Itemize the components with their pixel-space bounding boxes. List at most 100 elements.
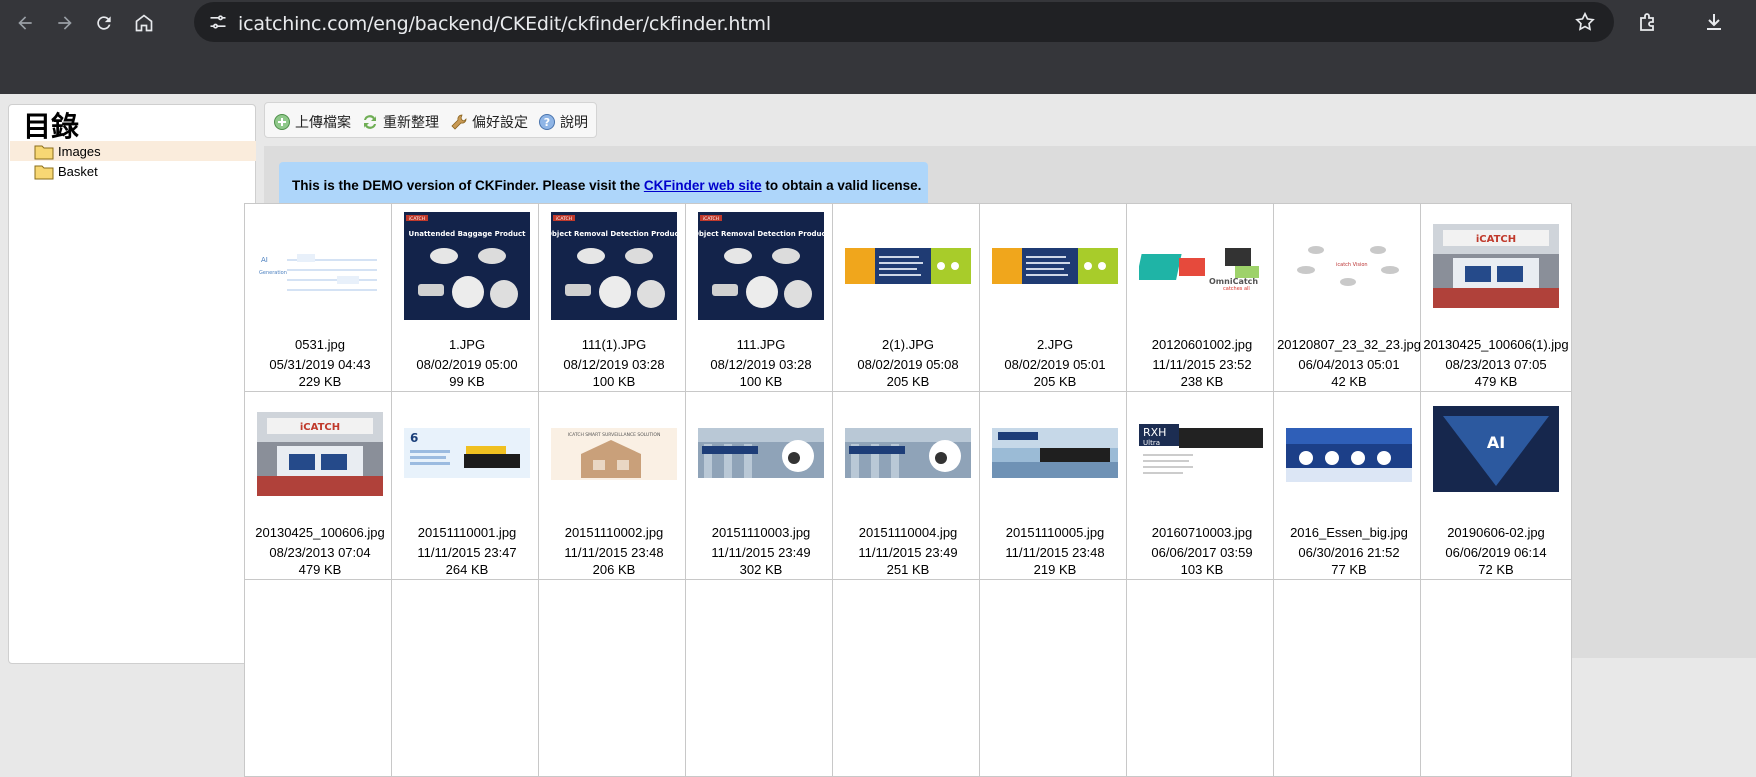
thumbnail-image[interactable] xyxy=(992,248,1118,284)
file-date: 06/06/2017 03:59 xyxy=(1151,545,1253,560)
file-size: 99 KB xyxy=(449,374,485,389)
forward-icon[interactable] xyxy=(52,10,78,36)
thumbnail-image[interactable]: OmniCatch catches all xyxy=(1136,238,1265,292)
file-thumbnail[interactable]: iCATCH Object Removal Detection Product 11… xyxy=(685,203,837,401)
back-icon[interactable] xyxy=(12,10,38,36)
file-size: 100 KB xyxy=(592,374,636,389)
file-name: 20130425_100606(1).jpg xyxy=(1423,337,1569,352)
thumbnail-image[interactable] xyxy=(698,428,824,478)
svg-text:ICATCH SMART SURVEILLANCE SOLU: ICATCH SMART SURVEILLANCE SOLUTION xyxy=(568,432,661,438)
file-thumbnail[interactable]: iCATCH 20130425_100606(1).jpg 08/23/2013 0… xyxy=(1420,203,1572,401)
folder-item-images[interactable]: Images xyxy=(10,141,256,161)
file-thumbnail[interactable]: RXH Ultra 20160710003.jpg 06/06/2017 03:59 1… xyxy=(1126,391,1278,589)
file-thumbnail[interactable]: iCATCH 20130425_100606.jpg 08/23/2013 07:0… xyxy=(244,391,396,589)
file-thumbnail[interactable]: OmniCatch catches all 20120601002.jpg 11/11… xyxy=(1126,203,1278,401)
thumbnail-image[interactable]: iCATCH xyxy=(257,412,383,496)
file-thumbnail[interactable]: ICATCH SMART SURVEILLANCE SOLUTION 201511… xyxy=(538,391,690,589)
thumbnail-image[interactable]: AI xyxy=(1433,406,1559,492)
svg-text:iCATCH: iCATCH xyxy=(409,216,425,222)
file-thumbnail[interactable]: 20151110004.jpg 11/11/2015 23:49 251 KB xyxy=(832,391,984,589)
site-info-icon[interactable] xyxy=(208,12,228,32)
ckfinder-website-link[interactable]: CKFinder web site xyxy=(644,178,762,193)
file-thumbnail[interactable] xyxy=(538,579,690,777)
thumbnail-image[interactable] xyxy=(845,428,971,478)
svg-text:icatch Vision: icatch Vision xyxy=(1336,262,1368,268)
file-date: 06/30/2016 21:52 xyxy=(1298,545,1400,560)
thumbnail-image[interactable] xyxy=(1286,428,1412,482)
file-thumbnail[interactable] xyxy=(244,579,396,777)
file-name: 20120807_23_32_23.jpg xyxy=(1277,337,1421,352)
svg-text:RXH: RXH xyxy=(1143,426,1166,439)
thumbnail-image[interactable]: icatch Vision xyxy=(1286,240,1412,290)
file-thumbnail[interactable] xyxy=(685,579,837,777)
refresh-label: 重新整理 xyxy=(383,114,439,130)
thumbnail-image[interactable]: ICATCH SMART SURVEILLANCE SOLUTION xyxy=(551,428,677,480)
file-thumbnail[interactable]: 20151110005.jpg 11/11/2015 23:48 219 KB xyxy=(979,391,1131,589)
file-thumbnail[interactable] xyxy=(1126,579,1278,777)
file-name: 111.JPG xyxy=(736,337,786,352)
settings-label: 偏好設定 xyxy=(472,114,528,130)
svg-text:?: ? xyxy=(544,116,550,129)
file-date: 08/02/2019 05:01 xyxy=(1004,357,1106,372)
thumbnail-image[interactable]: 6 xyxy=(404,428,530,478)
file-thumbnail[interactable] xyxy=(1420,579,1572,777)
thumbnail-image[interactable]: RXH Ultra xyxy=(1139,424,1265,484)
file-thumbnail[interactable]: 6 20151110001.jpg 11/11/2015 23:47 264 KB xyxy=(391,391,543,589)
file-date: 11/11/2015 23:48 xyxy=(1005,545,1105,560)
file-name: 20190606-02.jpg xyxy=(1447,525,1545,540)
settings-button[interactable]: 偏好設定 xyxy=(450,112,528,132)
thumbnail-image[interactable]: iCATCH xyxy=(1433,224,1559,308)
downloads-icon[interactable] xyxy=(1702,10,1726,34)
file-name: 20151110002.jpg xyxy=(564,525,664,540)
file-thumbnail[interactable]: iCATCH Object Removal Detection Product 11… xyxy=(538,203,690,401)
bookmark-star-icon[interactable] xyxy=(1574,11,1596,33)
svg-text:catches all: catches all xyxy=(1223,286,1250,290)
refresh-button[interactable]: 重新整理 xyxy=(361,112,439,132)
svg-text:Object Removal Detection Produ: Object Removal Detection Product xyxy=(698,230,824,238)
notice-prefix: This is the DEMO version of CKFinder. Pl… xyxy=(292,178,644,193)
address-bar[interactable]: icatchinc.com/eng/backend/CKEdit/ckfinde… xyxy=(194,2,1614,42)
file-name: 111(1).JPG xyxy=(581,337,647,352)
svg-text:iCATCH: iCATCH xyxy=(300,422,340,433)
thumbnail-image[interactable] xyxy=(845,248,971,284)
reload-icon[interactable] xyxy=(91,10,117,36)
file-date: 11/11/2015 23:48 xyxy=(564,545,664,560)
file-size: 42 KB xyxy=(1331,374,1367,389)
file-thumbnail[interactable] xyxy=(391,579,543,777)
file-name: 2(1).JPG xyxy=(881,337,934,352)
upload-button[interactable]: 上傳檔案 xyxy=(273,112,351,132)
extensions-icon[interactable] xyxy=(1636,10,1660,34)
folder-item-basket[interactable]: Basket xyxy=(10,161,256,181)
folder-icon xyxy=(34,145,54,160)
file-thumbnail[interactable]: AI Generation 0531.jpg 05/31/2019 04:43 229 … xyxy=(244,203,396,401)
folder-label: Basket xyxy=(58,164,98,179)
file-thumbnail[interactable]: 2.JPG 08/02/2019 05:01 205 KB xyxy=(979,203,1131,401)
file-name: 2.JPG xyxy=(1036,337,1074,352)
file-thumbnail[interactable]: 20151110003.jpg 11/11/2015 23:49 302 KB xyxy=(685,391,837,589)
home-icon[interactable] xyxy=(131,10,157,36)
file-name: 20151110001.jpg xyxy=(417,525,517,540)
thumbnail-image[interactable] xyxy=(992,428,1118,478)
thumbnail-image[interactable]: iCATCH Object Removal Detection Product xyxy=(546,212,683,320)
help-label: 說明 xyxy=(560,114,588,130)
file-date: 06/06/2019 06:14 xyxy=(1445,545,1547,560)
file-thumbnail[interactable]: AI 20190606-02.jpg 06/06/2019 06:14 72 KB xyxy=(1420,391,1572,589)
file-thumbnail[interactable] xyxy=(979,579,1131,777)
file-date: 08/02/2019 05:08 xyxy=(857,357,959,372)
thumbnail-image[interactable]: iCATCH Unattended Baggage Product xyxy=(404,212,530,320)
file-thumbnail[interactable]: icatch Vision 20120807_23_32_23.jpg 06/04/… xyxy=(1273,203,1425,401)
file-thumbnail[interactable]: 2016_Essen_big.jpg 06/30/2016 21:52 77 KB xyxy=(1273,391,1425,589)
url-text[interactable]: icatchinc.com/eng/backend/CKEdit/ckfinde… xyxy=(238,13,771,35)
file-size: 77 KB xyxy=(1331,562,1367,577)
thumbnail-image[interactable]: AI Generation xyxy=(257,240,383,300)
file-thumbnail[interactable]: 2(1).JPG 08/02/2019 05:08 205 KB xyxy=(832,203,984,401)
file-size: 205 KB xyxy=(886,374,930,389)
file-thumbnail[interactable] xyxy=(1273,579,1425,777)
file-size: 302 KB xyxy=(739,562,783,577)
file-thumbnail[interactable]: iCATCH Unattended Baggage Product 1.JPG 08/… xyxy=(391,203,543,401)
file-date: 11/11/2015 23:49 xyxy=(858,545,958,560)
file-thumbnail[interactable] xyxy=(832,579,984,777)
help-button[interactable]: ? 說明 xyxy=(538,112,588,132)
file-date: 05/31/2019 04:43 xyxy=(269,357,371,372)
thumbnail-image[interactable]: iCATCH Object Removal Detection Product xyxy=(693,212,830,320)
